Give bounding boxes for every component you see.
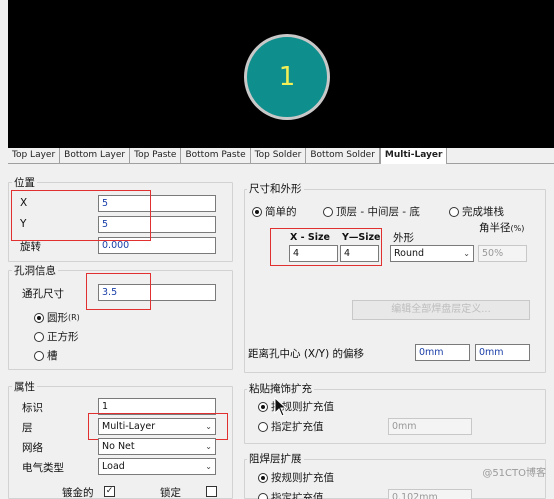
- edit-pad-layers-button[interactable]: 编辑全部焊盘层定义...: [352, 300, 530, 320]
- shape-square-radio[interactable]: 正方形: [34, 329, 79, 344]
- shape-round-shortcut: (R): [68, 313, 80, 322]
- electrical-type-label: 电气类型: [22, 462, 64, 474]
- net-select-value: No Net: [102, 441, 135, 452]
- offset-label: 距离孔中心 (X/Y) 的偏移: [248, 348, 365, 360]
- rotation-label: 旋转: [20, 241, 41, 253]
- pad-preview: 1: [8, 0, 554, 148]
- radio-dot: [258, 492, 268, 499]
- tab-bottom-layer[interactable]: Bottom Layer: [60, 148, 131, 163]
- shape-slot-radio[interactable]: 槽: [34, 348, 58, 363]
- radio-dot: [258, 472, 268, 483]
- electrical-type-value: Load: [102, 461, 125, 472]
- layer-tabs: Top Layer Bottom Layer Top Paste Bottom …: [8, 148, 554, 164]
- location-title: 位置: [12, 175, 37, 190]
- highlight-xy: [11, 190, 151, 241]
- tab-top-solder[interactable]: Top Solder: [251, 148, 307, 163]
- chevron-down-icon: ⌄: [205, 462, 212, 471]
- shape-square-label: 正方形: [47, 331, 79, 343]
- corner-radius-unit: (%): [510, 224, 525, 233]
- corner-radius-text: 角半径: [479, 222, 511, 234]
- hole-title: 孔洞信息: [12, 263, 58, 278]
- net-label: 网络: [22, 442, 43, 454]
- radio-dot: [34, 331, 44, 342]
- locked-checkbox[interactable]: [206, 486, 217, 497]
- mode-full-stack-label: 完成堆栈: [462, 206, 504, 218]
- pad-shape: 1: [244, 34, 330, 120]
- plated-label: 镀金的: [62, 487, 94, 499]
- offset-y-input[interactable]: 0mm: [475, 344, 530, 361]
- properties-title: 属性: [12, 379, 37, 394]
- highlight-size: [270, 228, 382, 266]
- mode-top-mid-bottom-radio[interactable]: 顶层 - 中间层 - 底: [323, 204, 420, 219]
- watermark: @51CTO博客: [482, 468, 546, 479]
- radio-dot: [323, 206, 333, 217]
- mode-simple-radio[interactable]: 简单的: [252, 204, 297, 219]
- layer-label: 层: [22, 422, 33, 434]
- electrical-type-select[interactable]: Load ⌄: [98, 458, 216, 475]
- paste-mask-group: [244, 389, 546, 444]
- radio-dot: [258, 421, 268, 432]
- corner-radius-label: 角半径(%): [479, 220, 524, 235]
- size-shape-title: 尺寸和外形: [247, 181, 304, 196]
- plated-checkbox[interactable]: ✓: [104, 486, 115, 497]
- pad-shape-value: Round: [394, 248, 425, 259]
- solder-specified-input[interactable]: 0.102mm: [388, 489, 472, 499]
- mode-top-mid-bottom-label: 顶层 - 中间层 - 底: [336, 206, 420, 218]
- solder-mask-title: 阻焊层扩展: [247, 451, 304, 466]
- solder-rule-radio[interactable]: 按规则扩充值: [258, 470, 334, 485]
- radio-dot: [34, 350, 44, 361]
- hole-size-label: 通孔尺寸: [22, 288, 64, 300]
- solder-rule-label: 按规则扩充值: [271, 472, 334, 484]
- tab-bottom-solder[interactable]: Bottom Solder: [306, 148, 380, 163]
- shape-header: 外形: [393, 232, 414, 244]
- radio-dot: [258, 401, 268, 412]
- net-select[interactable]: No Net ⌄: [98, 438, 216, 455]
- highlight-layer: [88, 413, 228, 440]
- mouse-cursor-icon: [274, 396, 288, 417]
- radio-dot: [449, 206, 459, 217]
- shape-slot-label: 槽: [47, 350, 58, 362]
- highlight-hole-size: [86, 273, 151, 310]
- paste-mask-title: 粘贴掩饰扩充: [247, 381, 314, 396]
- tab-top-paste[interactable]: Top Paste: [130, 148, 182, 163]
- offset-x-input[interactable]: 0mm: [415, 344, 470, 361]
- mode-simple-label: 简单的: [265, 206, 297, 218]
- corner-radius-input[interactable]: 50%: [478, 245, 527, 262]
- chevron-down-icon: ⌄: [205, 442, 212, 451]
- designator-label: 标识: [22, 402, 43, 414]
- paste-specified-label: 指定扩充值: [271, 421, 324, 433]
- tab-bottom-paste[interactable]: Bottom Paste: [181, 148, 251, 163]
- paste-specified-input[interactable]: 0mm: [388, 418, 472, 435]
- tab-multi-layer[interactable]: Multi-Layer: [379, 148, 448, 164]
- tab-top-layer[interactable]: Top Layer: [8, 148, 61, 163]
- chevron-down-icon: ⌄: [463, 249, 470, 258]
- solder-specified-label: 指定扩充值: [271, 492, 324, 499]
- locked-label: 锁定: [160, 487, 181, 499]
- mode-full-stack-radio[interactable]: 完成堆栈: [449, 204, 504, 219]
- radio-dot: [34, 312, 44, 323]
- shape-round-radio[interactable]: 圆形 (R): [34, 310, 80, 325]
- paste-rule-radio[interactable]: 按规则扩充值: [258, 399, 334, 414]
- pad-shape-select[interactable]: Round ⌄: [390, 245, 474, 262]
- radio-dot: [252, 206, 262, 217]
- paste-specified-radio[interactable]: 指定扩充值: [258, 419, 324, 434]
- shape-round-label: 圆形: [47, 312, 68, 324]
- solder-specified-radio[interactable]: 指定扩充值: [258, 490, 324, 499]
- pad-number: 1: [278, 62, 296, 92]
